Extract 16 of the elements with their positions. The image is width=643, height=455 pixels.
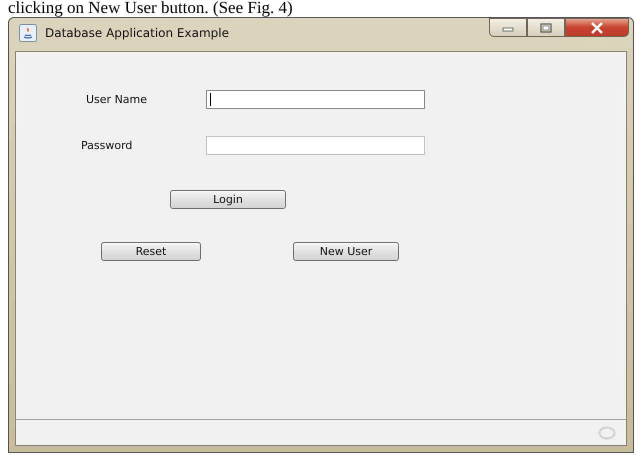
- app-icon: [19, 24, 37, 42]
- caption-text: clicking on New User button. (See Fig. 4): [8, 0, 293, 16]
- resize-grip-icon[interactable]: [598, 426, 616, 440]
- maximize-button[interactable]: [527, 18, 565, 37]
- push-button[interactable]: Login: [170, 190, 286, 209]
- window-title: Database Application Example: [45, 26, 229, 40]
- maximize-icon: [540, 22, 552, 32]
- field-label: User Name: [86, 93, 148, 106]
- minimize-button[interactable]: [489, 18, 527, 37]
- password-field[interactable]: [206, 136, 425, 155]
- text-field[interactable]: [206, 90, 425, 109]
- close-button[interactable]: [565, 18, 629, 37]
- push-button[interactable]: Reset: [101, 242, 201, 261]
- field-label: Password: [81, 139, 134, 152]
- close-icon: [590, 22, 604, 34]
- push-button[interactable]: New User: [293, 242, 399, 261]
